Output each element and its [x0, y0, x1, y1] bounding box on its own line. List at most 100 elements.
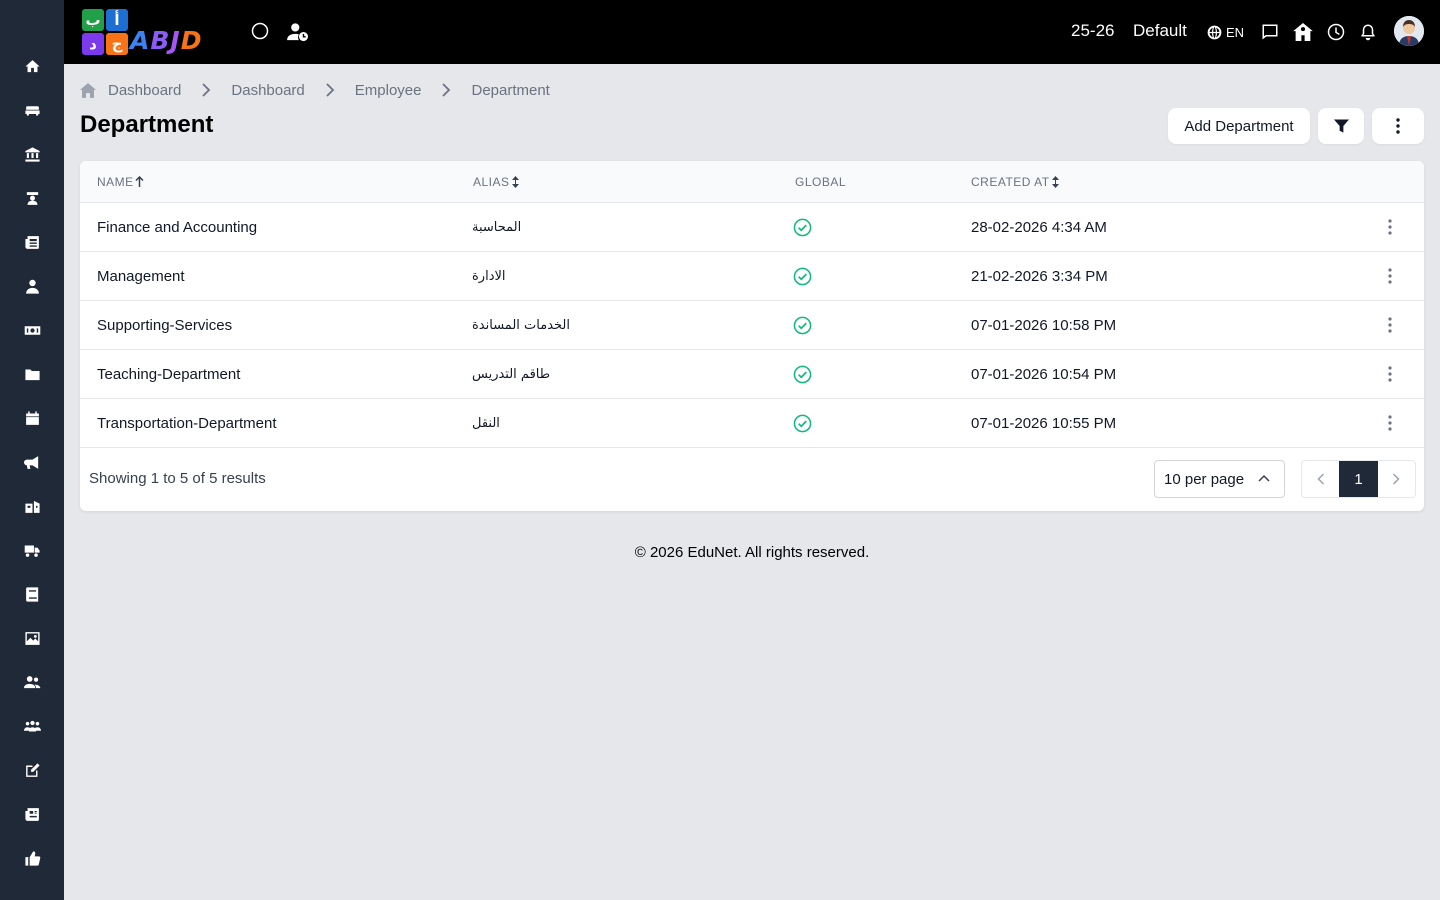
department-table: NAME ALIAS GLOBAL CREATED AT Finance and…: [80, 161, 1424, 511]
vertical-dots-icon: [1388, 366, 1392, 382]
breadcrumb: Dashboard Dashboard Employee Department: [80, 80, 550, 100]
breadcrumb-home[interactable]: Dashboard: [80, 82, 181, 99]
chevron-right-icon: [201, 83, 211, 97]
department-alias: الخدمات المساندة: [472, 318, 570, 333]
table-row[interactable]: Finance and Accounting المحاسبة 28-02-20…: [80, 203, 1424, 252]
column-header-created-at[interactable]: CREATED AT: [971, 175, 1060, 189]
department-name: Teaching-Department: [97, 366, 241, 383]
copyright-footer: © 2026 EduNet. All rights reserved.: [634, 544, 870, 561]
department-alias: الادارة: [472, 269, 506, 284]
chat-icon[interactable]: [1260, 22, 1280, 42]
created-at: 28-02-2026 4:34 AM: [971, 219, 1107, 236]
check-circle-icon: [793, 365, 812, 384]
clock-icon[interactable]: [1326, 22, 1346, 42]
check-circle-icon: [793, 414, 812, 433]
news-icon[interactable]: [20, 802, 44, 826]
row-actions-button[interactable]: [1380, 413, 1400, 433]
breadcrumb-department: Department: [471, 81, 550, 99]
table-row[interactable]: Management الادارة 21-02-2026 3:34 PM: [80, 252, 1424, 301]
check-circle-icon: [793, 316, 812, 335]
teacher-icon[interactable]: [20, 186, 44, 210]
circle-icon[interactable]: [250, 21, 270, 41]
department-alias: طاقم التدريس: [472, 367, 551, 382]
image-icon[interactable]: [20, 626, 44, 650]
profile-selector[interactable]: Default: [1133, 21, 1187, 41]
bell-icon[interactable]: [1358, 22, 1378, 42]
users-icon[interactable]: [20, 670, 44, 694]
pagination: 1: [1301, 460, 1416, 498]
logo-wordmark: ABJD: [130, 26, 203, 55]
table-row[interactable]: Supporting-Services الخدمات المساندة 07-…: [80, 301, 1424, 350]
filter-icon: [1333, 119, 1349, 133]
add-department-button[interactable]: Add Department: [1168, 108, 1310, 144]
calendar-icon[interactable]: [20, 406, 44, 430]
column-header-name[interactable]: NAME: [97, 175, 144, 189]
created-at: 07-01-2026 10:54 PM: [971, 366, 1117, 383]
per-page-select[interactable]: 10 per page: [1154, 460, 1285, 498]
truck-icon[interactable]: [20, 538, 44, 562]
department-alias: النقل: [472, 416, 500, 431]
created-at: 07-01-2026 10:55 PM: [971, 415, 1117, 432]
row-actions-button[interactable]: [1380, 217, 1400, 237]
folder-icon[interactable]: [20, 362, 44, 386]
top-bar: ب أ د ج ABJD 25-26 Default EN: [64, 0, 1440, 64]
table-row[interactable]: Teaching-Department طاقم التدريس 07-01-2…: [80, 350, 1424, 399]
money-icon[interactable]: [20, 318, 44, 342]
chevron-right-icon: [325, 83, 335, 97]
page-title: Department: [80, 111, 214, 138]
school-home-icon[interactable]: [1293, 22, 1313, 42]
department-name: Management: [97, 268, 185, 285]
department-alias: المحاسبة: [472, 220, 522, 235]
vertical-dots-icon: [1388, 317, 1392, 333]
department-name: Supporting-Services: [97, 317, 233, 334]
row-actions-button[interactable]: [1380, 266, 1400, 286]
session-selector[interactable]: 25-26: [1071, 21, 1114, 41]
table-row[interactable]: Transportation-Department النقل 07-01-20…: [80, 399, 1424, 448]
check-circle-icon: [793, 267, 812, 286]
check-circle-icon: [793, 218, 812, 237]
edit-icon[interactable]: [20, 758, 44, 782]
row-actions-button[interactable]: [1380, 364, 1400, 384]
abjd-logo[interactable]: ب أ د ج ABJD: [80, 8, 224, 56]
user-clock-icon[interactable]: [286, 21, 310, 43]
table-header: NAME ALIAS GLOBAL CREATED AT: [80, 161, 1424, 203]
vertical-dots-icon: [1396, 118, 1400, 134]
chevron-right-icon: [441, 83, 451, 97]
megaphone-icon[interactable]: [20, 450, 44, 474]
vertical-dots-icon: [1388, 219, 1392, 235]
created-at: 07-01-2026 10:58 PM: [971, 317, 1117, 334]
sofa-icon[interactable]: [20, 98, 44, 122]
chevron-up-icon: [1258, 474, 1270, 482]
home-icon[interactable]: [20, 54, 44, 78]
previous-page-button[interactable]: [1302, 461, 1339, 497]
group-icon[interactable]: [20, 714, 44, 738]
created-at: 21-02-2026 3:34 PM: [971, 268, 1108, 285]
breadcrumb-dashboard[interactable]: Dashboard: [231, 82, 304, 99]
thumbs-up-icon[interactable]: [20, 846, 44, 870]
department-name: Transportation-Department: [97, 415, 277, 432]
chevron-left-icon: [1316, 473, 1324, 485]
sidebar: [0, 0, 64, 900]
user-avatar[interactable]: [1394, 16, 1424, 46]
globe-icon: [1207, 25, 1222, 39]
department-name: Finance and Accounting: [97, 219, 258, 236]
sort-ascending-icon: [135, 176, 144, 187]
user-tie-icon[interactable]: [20, 274, 44, 298]
results-summary: Showing 1 to 5 of 5 results: [89, 470, 266, 487]
newspaper-icon[interactable]: [20, 230, 44, 254]
next-page-button[interactable]: [1378, 461, 1415, 497]
home-icon: [80, 82, 96, 98]
vertical-dots-icon: [1388, 268, 1392, 284]
language-selector[interactable]: EN: [1207, 23, 1244, 41]
column-header-alias[interactable]: ALIAS: [473, 175, 520, 189]
sort-icon: [1051, 176, 1059, 188]
book-icon[interactable]: [20, 582, 44, 606]
row-actions-button[interactable]: [1380, 315, 1400, 335]
page-button[interactable]: 1: [1339, 461, 1378, 497]
school-icon[interactable]: [20, 494, 44, 518]
more-options-button[interactable]: [1372, 108, 1424, 144]
sort-icon: [511, 176, 519, 188]
filter-button[interactable]: [1318, 108, 1364, 144]
breadcrumb-employee[interactable]: Employee: [355, 82, 422, 99]
bank-icon[interactable]: [20, 142, 44, 166]
